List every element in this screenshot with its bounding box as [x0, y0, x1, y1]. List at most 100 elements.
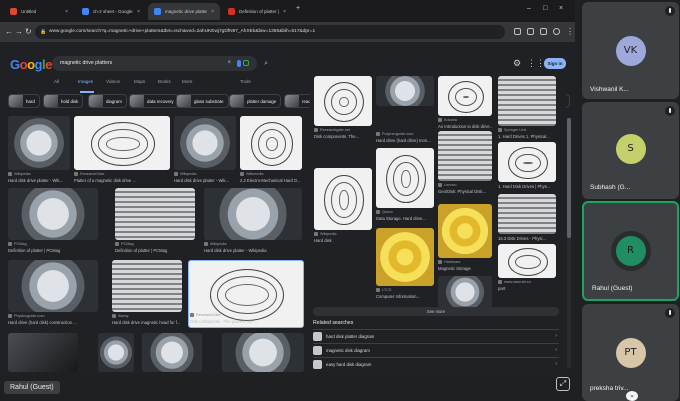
preview-image[interactable]: [498, 194, 556, 234]
result-image[interactable]: [222, 333, 304, 372]
url-field[interactable]: 🔒 www.google.com/search?q=magnetic+drive…: [35, 25, 505, 39]
apps-grid-icon[interactable]: ⋮⋮: [527, 58, 545, 69]
result-image[interactable]: [240, 116, 302, 170]
result-image[interactable]: [8, 116, 70, 170]
result-caption[interactable]: Hard disk drive platter - Wik...: [174, 178, 236, 183]
participant-tile[interactable]: S Subhash (G...: [582, 102, 679, 199]
chip[interactable]: diagram: [88, 94, 127, 108]
tab-more[interactable]: More: [182, 79, 192, 84]
preview-caption[interactable]: part: [498, 286, 556, 291]
preview-caption[interactable]: Geo/Disk: Physical Disk...: [438, 189, 492, 194]
preview-caption[interactable]: Computer Information...: [376, 294, 434, 299]
preview-caption[interactable]: Magnetic Storage: [438, 266, 492, 271]
tab-books[interactable]: Books: [158, 79, 171, 84]
preview-caption[interactable]: Data Storage. Hard drive...: [376, 216, 434, 221]
chip[interactable]: hold disk: [43, 94, 84, 108]
result-caption[interactable]: Platter of a magnetic disk drive ...: [74, 178, 170, 183]
extensions-icon[interactable]: [540, 28, 547, 35]
preview-image[interactable]: [498, 244, 556, 278]
chip[interactable]: hard: [8, 94, 40, 108]
chevron-down-icon[interactable]: ⌄: [626, 391, 638, 401]
result-image[interactable]: [74, 116, 170, 170]
preview-caption[interactable]: An Introduction to disk drive...: [438, 124, 492, 129]
result-image[interactable]: [115, 188, 195, 240]
back-icon[interactable]: ←: [5, 27, 13, 37]
chip[interactable]: platter damage: [229, 94, 282, 108]
close-tab-icon[interactable]: ×: [137, 9, 140, 15]
close-tab-icon[interactable]: ×: [211, 9, 214, 15]
microphone-icon[interactable]: [237, 60, 241, 67]
preview-image[interactable]: [314, 168, 372, 230]
result-image[interactable]: [8, 333, 78, 372]
reload-icon[interactable]: ↻: [25, 27, 32, 37]
see-more-button[interactable]: See more: [313, 307, 559, 316]
chip[interactable]: glass substrate: [176, 94, 229, 108]
tab-images[interactable]: Images: [78, 79, 93, 84]
preview-caption[interactable]: 1. Hard Disk Drives | Phys...: [498, 184, 556, 189]
result-image[interactable]: [8, 188, 98, 240]
result-caption[interactable]: Definition of platter | PCMag: [115, 248, 195, 253]
profile-icon[interactable]: [553, 28, 560, 35]
preview-caption[interactable]: 1. Hard Drives 1. Physical...: [498, 134, 556, 139]
sign-in-button[interactable]: Sign in: [544, 58, 566, 69]
new-tab-icon[interactable]: +: [296, 5, 300, 12]
result-image[interactable]: [8, 260, 98, 312]
preview-image[interactable]: [498, 76, 556, 126]
result-caption[interactable]: 2.2 Electro-Mechanical Hard D...: [240, 178, 302, 183]
preview-image[interactable]: [438, 204, 492, 258]
preview-caption[interactable]: 16.3 Disk Drives - Physi...: [498, 236, 556, 241]
minimize-icon[interactable]: –: [527, 5, 531, 12]
result-caption[interactable]: Disk (Ultrapress...The platters are ...: [190, 319, 302, 324]
search-input[interactable]: magnetic drive platters × ⌕: [52, 56, 268, 71]
preview-caption[interactable]: Hard disk: [314, 238, 372, 243]
preview-image[interactable]: [314, 76, 372, 126]
preview-image[interactable]: [438, 76, 492, 116]
preview-image[interactable]: [376, 148, 434, 208]
browser-tab-active[interactable]: magnetic drive platters - Google Search …: [148, 3, 220, 20]
tab-maps[interactable]: Maps: [134, 79, 145, 84]
preview-image[interactable]: [438, 131, 492, 181]
result-caption[interactable]: Hard disk drive magnetic head for f...: [112, 320, 182, 325]
browser-tab[interactable]: Definition of platter | PC Mag ×: [222, 3, 292, 20]
lens-icon[interactable]: [243, 60, 249, 66]
google-logo[interactable]: Google: [10, 57, 52, 72]
result-caption[interactable]: Hard drive (hard disk) construction ...: [8, 320, 98, 325]
result-caption[interactable]: Hard disk drive platter - Wik...: [8, 178, 70, 183]
tab-all[interactable]: All: [54, 79, 59, 84]
preview-caption[interactable]: Disk components. The...: [314, 134, 372, 139]
bookmark-icon[interactable]: [527, 28, 534, 35]
fullscreen-icon[interactable]: ⤢: [556, 377, 570, 391]
tools-button[interactable]: Tools: [240, 79, 251, 84]
result-caption[interactable]: Definition of platter | PCMag: [8, 248, 98, 253]
browser-tab[interactable]: ch-2 sheet - Google Search ×: [76, 3, 146, 20]
maximize-icon[interactable]: □: [543, 5, 547, 12]
close-tab-icon[interactable]: ×: [65, 9, 68, 15]
preview-image[interactable]: [438, 276, 492, 308]
share-icon[interactable]: [514, 28, 521, 35]
preview-image[interactable]: [376, 76, 434, 106]
related-search-item[interactable]: magnetic disk diagram ›: [313, 343, 559, 356]
result-image[interactable]: [98, 333, 134, 372]
chip[interactable]: data recovery: [129, 94, 179, 108]
menu-icon[interactable]: ⋮: [566, 27, 574, 37]
clear-search-icon[interactable]: ×: [227, 56, 231, 71]
result-image[interactable]: [174, 116, 236, 170]
related-search-item[interactable]: easy hard disk diagram ›: [313, 357, 559, 370]
participant-tile[interactable]: PT preksha triv...: [582, 304, 679, 401]
preview-image[interactable]: [376, 228, 434, 286]
participant-tile-speaking[interactable]: R Rahul (Guest): [582, 201, 679, 301]
close-window-icon[interactable]: ×: [559, 5, 563, 12]
result-image[interactable]: [142, 333, 202, 372]
scrollbar[interactable]: [567, 118, 571, 368]
search-icon[interactable]: ⌕: [264, 56, 268, 71]
participant-tile[interactable]: VK Vishwanil K...: [582, 2, 679, 99]
related-search-item[interactable]: hard disk platter diagram ›: [313, 329, 559, 342]
forward-icon[interactable]: →: [15, 27, 23, 37]
browser-tab[interactable]: Untitled ×: [4, 3, 74, 20]
result-image[interactable]: [112, 260, 182, 312]
preview-caption[interactable]: Hard drive (hard drive) mon...: [376, 138, 434, 143]
tab-videos[interactable]: Videos: [106, 79, 120, 84]
result-caption[interactable]: Hard disk drive platter - Wikipedia: [204, 248, 302, 253]
close-tab-icon[interactable]: ×: [283, 9, 286, 15]
result-image-selected[interactable]: [188, 260, 304, 328]
